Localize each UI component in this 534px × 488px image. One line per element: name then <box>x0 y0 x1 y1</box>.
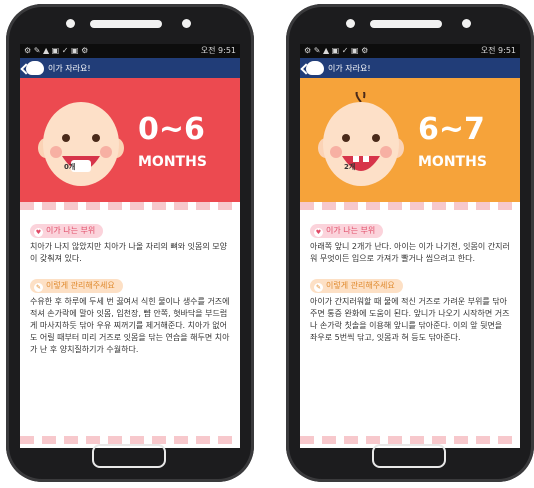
tooth-count-label: 2개 <box>344 163 356 171</box>
section-title: 이가 나는 부위 <box>46 226 96 235</box>
app-title: 이가 자라요! <box>328 63 371 73</box>
status-bar: ⚙ ✎ ▲ ▣ ✓ ▣ ⚙ 오전 9:51 <box>20 44 240 58</box>
section-text: 치아가 나지 않았지만 치아가 나올 자리의 뼈와 잇몸의 모양이 갖춰져 있다… <box>30 242 227 263</box>
hero-banner: 2개 6~7 MONTHS <box>300 78 520 202</box>
screen: ⚙ ✎ ▲ ▣ ✓ ▣ ⚙ 오전 9:51 이가 자라요! 0개 0~6 MON… <box>20 44 240 448</box>
status-time: 오전 9:51 <box>480 46 516 55</box>
app-title: 이가 자라요! <box>48 63 91 73</box>
brush-icon: ✎ <box>314 283 323 292</box>
front-camera-dot <box>346 19 355 28</box>
age-unit: MONTHS <box>418 154 487 170</box>
divider <box>20 436 240 444</box>
app-bar[interactable]: 이가 자라요! <box>20 58 240 78</box>
baby-face-icon <box>318 92 404 186</box>
section-text: 아래쪽 앞니 2개가 난다. 아이는 이가 나기전, 잇몸이 간지러워 무엇이든… <box>310 242 510 263</box>
section-badge-area: ♥ 이가 나는 부위 <box>310 224 384 238</box>
screen: ⚙ ✎ ▲ ▣ ✓ ▣ ⚙ 오전 9:51 이가 자라요! 2개 6~7 MON… <box>300 44 520 448</box>
section-text: 아이가 간지러워할 때 물에 적신 거즈로 가려운 부위를 닦아주면 통증 완화… <box>310 297 510 342</box>
earpiece-speaker <box>90 20 162 28</box>
brush-icon: ✎ <box>34 283 43 292</box>
age-range: 0~6 <box>138 112 205 147</box>
section-text: 수유한 후 하루에 두세 번 끓여서 식힌 물이나 생수를 거즈에 적셔 손가락… <box>30 297 230 354</box>
age-unit: MONTHS <box>138 154 207 170</box>
phone-left: ⚙ ✎ ▲ ▣ ✓ ▣ ⚙ 오전 9:51 이가 자라요! 0개 0~6 MON… <box>6 4 254 482</box>
age-range: 6~7 <box>418 112 485 147</box>
earpiece-speaker <box>370 20 442 28</box>
home-button[interactable] <box>372 444 446 468</box>
notification-icons: ⚙ ✎ ▲ ▣ ✓ ▣ ⚙ <box>304 46 369 55</box>
divider <box>300 436 520 444</box>
front-camera-dot <box>66 19 75 28</box>
section-title: 이렇게 관리해주세요 <box>46 281 115 290</box>
content: ♥ 이가 나는 부위 아래쪽 앞니 2개가 난다. 아이는 이가 나기전, 잇몸이… <box>300 210 520 360</box>
tooth-icon: ♥ <box>34 228 43 237</box>
tooth-icon: ♥ <box>314 228 323 237</box>
section-title: 이렇게 관리해주세요 <box>326 281 395 290</box>
sensor-dot <box>462 19 471 28</box>
section-badge-area: ♥ 이가 나는 부위 <box>30 224 104 238</box>
section-badge-care: ✎ 이렇게 관리해주세요 <box>30 279 123 293</box>
home-button[interactable] <box>92 444 166 468</box>
tooth-count-label: 0개 <box>64 163 76 171</box>
section-badge-care: ✎ 이렇게 관리해주세요 <box>310 279 403 293</box>
section-title: 이가 나는 부위 <box>326 226 376 235</box>
hero-banner: 0개 0~6 MONTHS <box>20 78 240 202</box>
phone-right: ⚙ ✎ ▲ ▣ ✓ ▣ ⚙ 오전 9:51 이가 자라요! 2개 6~7 MON… <box>286 4 534 482</box>
status-bar: ⚙ ✎ ▲ ▣ ✓ ▣ ⚙ 오전 9:51 <box>300 44 520 58</box>
baby-face-icon <box>38 102 124 186</box>
tooth-logo-icon[interactable] <box>306 61 324 75</box>
divider <box>300 202 520 210</box>
notification-icons: ⚙ ✎ ▲ ▣ ✓ ▣ ⚙ <box>24 46 89 55</box>
sensor-dot <box>182 19 191 28</box>
app-bar[interactable]: 이가 자라요! <box>300 58 520 78</box>
content: ♥ 이가 나는 부위 치아가 나지 않았지만 치아가 나올 자리의 뼈와 잇몸의 … <box>20 210 240 372</box>
tooth-logo-icon[interactable] <box>26 61 44 75</box>
divider <box>20 202 240 210</box>
status-time: 오전 9:51 <box>200 46 236 55</box>
